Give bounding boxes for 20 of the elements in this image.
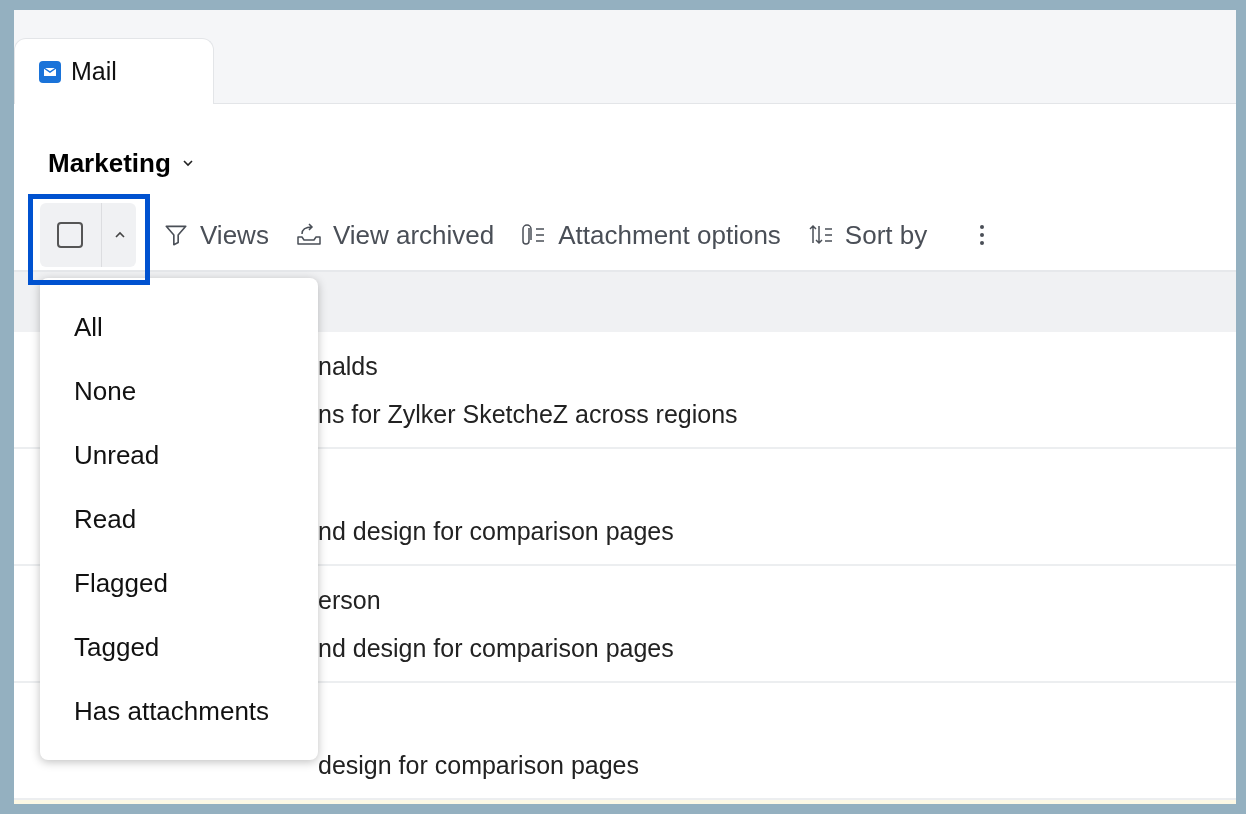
message-sender: nalds <box>318 351 379 380</box>
toolbar-button[interactable]: Views <box>162 219 269 251</box>
message-subject: design for comparison pages <box>318 750 641 779</box>
more-icon <box>979 223 986 247</box>
message-subject: nd design for comparison pages <box>318 633 675 662</box>
menu-item[interactable]: Tagged <box>40 615 318 679</box>
message-sender: erson <box>318 585 382 614</box>
tray-upload-icon <box>294 222 323 248</box>
envelope-icon <box>39 60 61 83</box>
select-dropdown[interactable] <box>40 203 136 267</box>
mail-tab[interactable]: Mail <box>14 38 214 104</box>
toolbar-button[interactable]: Sort by <box>806 219 928 251</box>
message-subject: nd design for comparison pages <box>318 516 675 545</box>
toolbar-button[interactable]: View archived <box>294 219 495 251</box>
folder-title[interactable]: Marketing <box>48 147 171 179</box>
select-all-checkbox[interactable] <box>57 222 83 248</box>
message-subject: ns for Zylker SketcheZ across regions <box>318 399 739 428</box>
toolbar-button[interactable]: Attachment options <box>520 219 781 251</box>
menu-item[interactable]: None <box>40 359 318 423</box>
menu-item[interactable]: Read <box>40 487 318 551</box>
